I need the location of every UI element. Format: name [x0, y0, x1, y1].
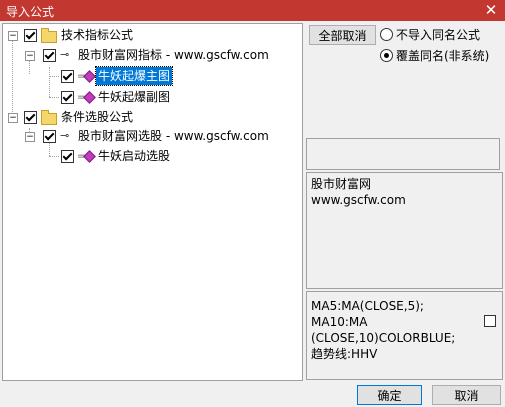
checkbox[interactable]	[24, 29, 37, 42]
formula-line: 趋势线:HHV	[311, 347, 378, 361]
checkbox[interactable]	[43, 49, 56, 62]
radio-no-import-label[interactable]: 不导入同名公式	[396, 26, 480, 43]
formula-panel-checkbox[interactable]	[484, 315, 496, 327]
collapse-icon[interactable]: −	[8, 31, 18, 41]
radio-no-import[interactable]	[380, 28, 393, 41]
collapse-icon[interactable]: −	[8, 113, 18, 123]
formula-line: MA5:MA(CLOSE,5);	[311, 299, 424, 313]
checkbox[interactable]	[43, 130, 56, 143]
tree-node-label: 股市财富网选股 - www.gscfw.com	[78, 129, 269, 143]
checkbox[interactable]	[61, 150, 74, 163]
formula-line: (CLOSE,10)COLORBLUE;	[311, 331, 456, 345]
tree-node-sub-chart[interactable]: = 牛妖起爆副图	[3, 88, 302, 106]
cancel-all-button[interactable]: 全部取消	[309, 25, 376, 45]
title-bar: 导入公式 ✕	[0, 0, 505, 21]
description-line: www.gscfw.com	[311, 193, 406, 207]
collapse-icon[interactable]: −	[25, 51, 35, 61]
checkbox[interactable]	[61, 91, 74, 104]
tree-node-label: 股市财富网指标 - www.gscfw.com	[78, 48, 269, 62]
tree-node-label: 牛妖启动选股	[98, 149, 171, 163]
tree-node-gscfw-screening[interactable]: − ⊸ 股市财富网选股 - www.gscfw.com	[3, 127, 302, 145]
tree-node-label: 牛妖起爆主图	[94, 66, 174, 86]
close-icon[interactable]: ✕	[483, 1, 499, 19]
folder-icon	[41, 110, 57, 125]
formula-preview-panel[interactable]: MA5:MA(CLOSE,5); MA10:MA (CLOSE,10)COLOR…	[306, 291, 503, 380]
tree-node-stock-screening[interactable]: − 条件选股公式	[3, 108, 302, 126]
description-line: 股市财富网	[311, 177, 372, 191]
dialog-body: − 技术指标公式 − ⊸ 股市财富网指标 - www.gscfw.com = 牛…	[0, 21, 505, 407]
key-icon: ⊸	[60, 48, 70, 61]
radio-overwrite-label[interactable]: 覆盖同名(非系统)	[396, 47, 489, 64]
description-panel: 股市财富网 www.gscfw.com	[306, 172, 503, 289]
collapse-icon[interactable]: −	[25, 132, 35, 142]
tree-node-main-chart[interactable]: = 牛妖起爆主图	[3, 66, 302, 86]
window-title: 导入公式	[6, 5, 55, 19]
radio-overwrite[interactable]	[380, 49, 393, 62]
formula-line: MA10:MA	[311, 315, 368, 329]
tree-node-gscfw-indicators[interactable]: − ⊸ 股市财富网指标 - www.gscfw.com	[3, 46, 302, 64]
tree-node-label: 技术指标公式	[61, 28, 134, 42]
tree-node-label: 条件选股公式	[61, 110, 134, 124]
key-icon: ⊸	[60, 129, 70, 142]
tree-node-label: 牛妖起爆副图	[98, 90, 171, 104]
checkbox[interactable]	[24, 111, 37, 124]
formula-tree[interactable]: − 技术指标公式 − ⊸ 股市财富网指标 - www.gscfw.com = 牛…	[2, 23, 303, 381]
checkbox[interactable]	[61, 70, 74, 83]
cancel-button[interactable]: 取消	[432, 385, 501, 405]
ok-button[interactable]: 确定	[357, 385, 422, 405]
folder-icon	[41, 28, 57, 43]
tree-node-technical-formulas[interactable]: − 技术指标公式	[3, 26, 302, 44]
empty-status-panel	[306, 138, 500, 170]
tree-node-launch-screening[interactable]: = 牛妖启动选股	[3, 147, 302, 165]
